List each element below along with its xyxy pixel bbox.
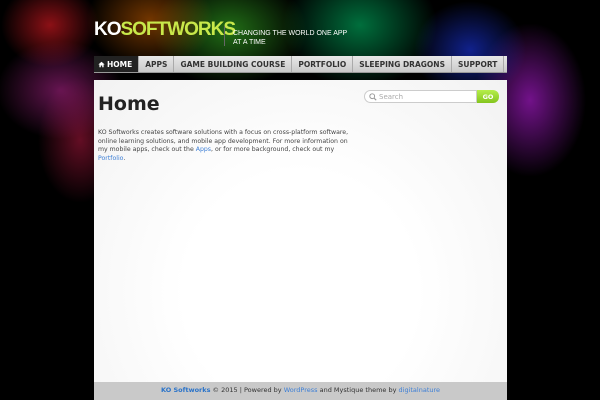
- nav-item-portfolio[interactable]: PORTFOLIO: [292, 56, 354, 72]
- footer-theme-text: and Mystique theme by: [317, 386, 399, 394]
- site-logo[interactable]: KOSOFTWORKS: [94, 19, 236, 41]
- search-box: [364, 90, 477, 103]
- footer-credits: KO Softworks © 2015 | Powered by WordPre…: [94, 382, 507, 395]
- nav-label-support: SUPPORT: [457, 59, 498, 69]
- search-icon: [369, 92, 377, 101]
- footer-brand-link[interactable]: KO Softworks: [161, 386, 210, 394]
- intro-text-3: .: [123, 154, 126, 162]
- tagline-container: CHANGING THE WORLD ONE APP AT A TIME: [224, 26, 348, 46]
- portfolio-link[interactable]: Portfolio: [98, 155, 123, 162]
- home-icon: [98, 61, 105, 67]
- page-title: Home: [98, 93, 160, 115]
- theme-author-link[interactable]: digitalnature: [399, 386, 441, 394]
- nav-item-home[interactable]: HOME: [94, 56, 140, 72]
- main-nav: HOME APPS GAME BUILDING COURSE PORTFOLIO…: [94, 56, 507, 73]
- nav-label-home: HOME: [107, 59, 133, 69]
- site-tagline: CHANGING THE WORLD ONE APP AT A TIME: [233, 30, 348, 46]
- main-content: Home KO Softworks creates software solut…: [94, 80, 507, 382]
- logo-ko: KO: [94, 19, 121, 40]
- nav-item-support[interactable]: SUPPORT: [452, 56, 505, 72]
- search-go-button[interactable]: GO: [477, 90, 499, 103]
- nav-label-apps: APPS: [145, 59, 168, 69]
- nav-label-game-building-course: GAME BUILDING COURSE: [180, 59, 286, 69]
- footer-copyright: © 2015 | Powered by: [212, 386, 284, 394]
- nav-item-apps[interactable]: APPS: [139, 56, 175, 72]
- logo-softworks: SOFTWORKS: [120, 19, 236, 40]
- nav-item-game-building-course[interactable]: GAME BUILDING COURSE: [174, 56, 293, 72]
- nav-label-portfolio: PORTFOLIO: [298, 59, 347, 69]
- apps-link[interactable]: Apps: [196, 146, 211, 153]
- site-footer: KO Softworks © 2015 | Powered by WordPre…: [94, 382, 507, 400]
- intro-text-2: , or for more background, check out my: [211, 146, 335, 154]
- search-input[interactable]: [377, 91, 474, 102]
- intro-paragraph: KO Softworks creates software solutions …: [98, 129, 353, 163]
- nav-item-sleeping-dragons[interactable]: SLEEPING DRAGONS: [353, 56, 452, 72]
- nav-label-sleeping-dragons: SLEEPING DRAGONS: [359, 59, 445, 69]
- wordpress-link[interactable]: WordPress: [284, 386, 318, 394]
